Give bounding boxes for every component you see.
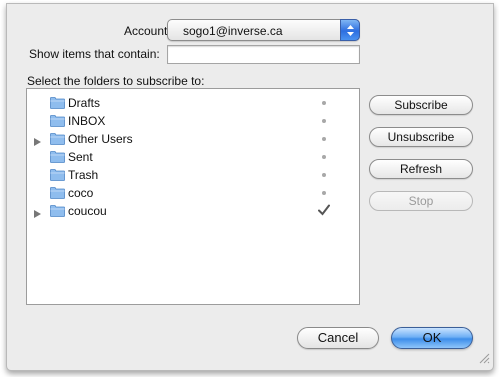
folder-icon	[50, 115, 65, 130]
folder-row[interactable]: coucou	[27, 202, 359, 220]
folder-icon	[50, 97, 65, 112]
folder-name: INBOX	[68, 114, 106, 128]
folder-row[interactable]: INBOX	[27, 112, 359, 130]
folder-name: coucou	[68, 204, 107, 218]
unsubscribed-dot-icon[interactable]	[322, 137, 326, 141]
folder-name: Drafts	[68, 96, 101, 110]
folder-name: Other Users	[68, 132, 133, 146]
account-value: sogo1@inverse.ca	[183, 24, 283, 38]
checkmark-icon[interactable]	[318, 204, 330, 219]
subscribe-dialog: Account: sogo1@inverse.ca Show items tha…	[6, 3, 494, 371]
ok-button[interactable]: OK	[391, 327, 473, 349]
unsubscribed-dot-icon[interactable]	[322, 155, 326, 159]
unsubscribed-dot-icon[interactable]	[322, 173, 326, 177]
disclosure-triangle-icon[interactable]	[34, 135, 41, 149]
disclosure-triangle-icon[interactable]	[34, 207, 41, 221]
folder-icon	[50, 151, 65, 166]
folder-icon	[50, 187, 65, 202]
unsubscribed-dot-icon[interactable]	[322, 119, 326, 123]
resize-grip-icon[interactable]	[479, 353, 490, 367]
folder-icon	[50, 169, 65, 184]
folder-name: Sent	[68, 150, 93, 164]
folder-row[interactable]: Trash	[27, 166, 359, 184]
filter-label: Show items that contain:	[29, 47, 160, 61]
folder-icon	[50, 205, 65, 220]
cancel-button[interactable]: Cancel	[297, 327, 379, 349]
subscribe-button[interactable]: Subscribe	[369, 95, 473, 115]
account-label: Account:	[124, 24, 171, 38]
refresh-button[interactable]: Refresh	[369, 159, 473, 179]
unsubscribed-dot-icon[interactable]	[322, 191, 326, 195]
folder-name: coco	[68, 186, 94, 200]
folder-tree[interactable]: Drafts INBOX Other Users Sent Trash coco couco…	[26, 88, 360, 305]
folder-row[interactable]: Drafts	[27, 94, 359, 112]
folder-icon	[50, 133, 65, 148]
account-popup[interactable]: sogo1@inverse.ca	[167, 19, 360, 41]
folder-row[interactable]: Sent	[27, 148, 359, 166]
folder-row[interactable]: coco	[27, 184, 359, 202]
folder-name: Trash	[68, 168, 99, 182]
stop-button[interactable]: Stop	[369, 191, 473, 211]
filter-field[interactable]	[167, 45, 360, 64]
folders-label: Select the folders to subscribe to:	[27, 74, 205, 88]
unsubscribed-dot-icon[interactable]	[322, 101, 326, 105]
folder-row[interactable]: Other Users	[27, 130, 359, 148]
unsubscribe-button[interactable]: Unsubscribe	[369, 127, 473, 147]
popup-arrows-icon	[340, 19, 360, 41]
